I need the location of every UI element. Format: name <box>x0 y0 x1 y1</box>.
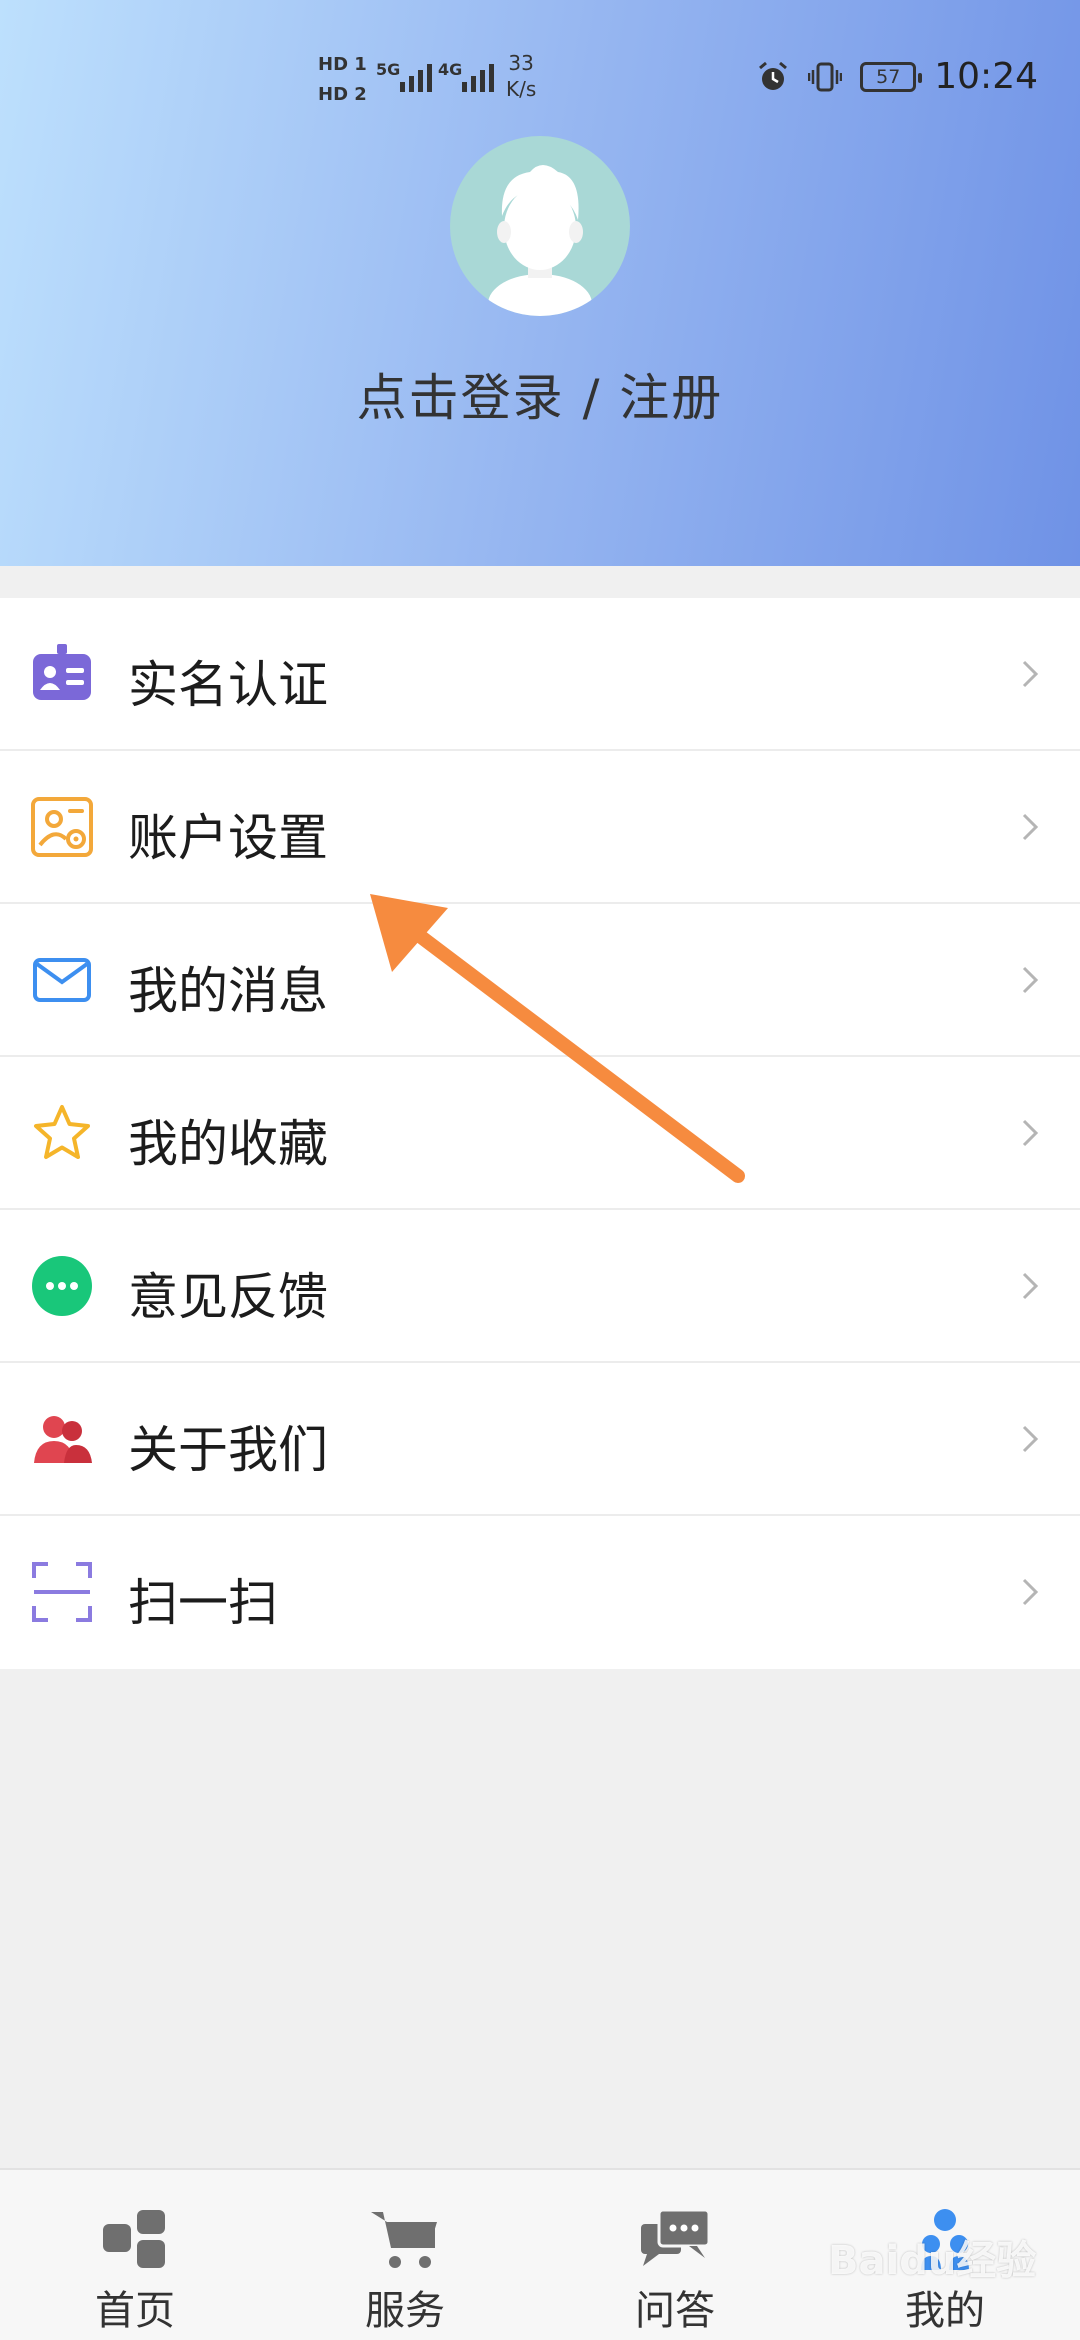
menu-item-label: 意见反馈 <box>128 1268 328 1326</box>
avatar[interactable] <box>450 136 630 316</box>
hd1-label: HD 1 <box>318 54 367 75</box>
menu-item-feedback[interactable]: 意见反馈 <box>0 1210 1080 1363</box>
tab-home[interactable]: 首页 <box>0 2170 270 2340</box>
menu-item-about-us[interactable]: 关于我们 <box>0 1363 1080 1516</box>
default-avatar-icon <box>488 165 592 316</box>
chevron-right-icon <box>1022 1578 1039 1606</box>
id-card-icon <box>33 644 91 700</box>
scan-icon <box>32 1562 92 1622</box>
battery-indicator: 57 <box>860 61 923 92</box>
network-type-1: 5G <box>376 60 401 79</box>
chevron-right-icon <box>1022 966 1039 994</box>
cart-icon <box>371 2212 437 2268</box>
menu-item-scan[interactable]: 扫一扫 <box>0 1516 1080 1669</box>
tab-label: 首页 <box>95 2288 175 2334</box>
menu-item-label: 扫一扫 <box>128 1574 278 1632</box>
profile-header: HD 1 HD 2 5G 4G 33 K/s 57 10:24 点击登录 / 注… <box>0 0 1080 566</box>
menu-item-label: 我的消息 <box>128 962 328 1020</box>
vibrate-icon <box>808 62 843 91</box>
menu-item-label: 实名认证 <box>128 656 328 714</box>
network-speed: 33 K/s <box>506 50 536 102</box>
annotation-arrow-icon <box>370 894 745 1183</box>
speed-value: 33 <box>508 51 534 75</box>
tab-label: 我的 <box>905 2288 985 2334</box>
mail-icon <box>33 958 91 1002</box>
chevron-right-icon <box>1022 660 1039 688</box>
menu-item-real-name-verification[interactable]: 实名认证 <box>0 598 1080 751</box>
chevron-right-icon <box>1022 1119 1039 1147</box>
speed-unit: K/s <box>506 77 537 101</box>
alarm-icon <box>759 61 788 90</box>
status-right: 57 10:24 <box>756 56 1038 97</box>
home-grid-icon <box>103 2210 165 2268</box>
tab-label: 问答 <box>635 2288 715 2334</box>
chevron-right-icon <box>1022 1272 1039 1300</box>
hd2-label: HD 2 <box>318 84 367 105</box>
menu-item-label: 我的收藏 <box>128 1115 328 1173</box>
menu-item-label: 账户设置 <box>128 809 328 867</box>
tab-qa[interactable]: 问答 <box>540 2170 810 2340</box>
clock: 10:24 <box>934 56 1038 97</box>
chevron-right-icon <box>1022 1425 1039 1453</box>
chat-bubble-icon <box>32 1256 92 1316</box>
users-icon <box>34 1416 92 1463</box>
star-icon <box>34 1105 90 1159</box>
tab-service[interactable]: 服务 <box>270 2170 540 2340</box>
status-bar: HD 1 HD 2 5G 4G 33 K/s 57 10:24 <box>0 0 1080 150</box>
menu-item-label: 关于我们 <box>128 1421 328 1479</box>
tab-label: 服务 <box>365 2288 445 2334</box>
signal-bars-2-icon <box>462 58 494 92</box>
hd-indicator: HD 1 HD 2 <box>318 50 367 110</box>
qa-chat-icon <box>641 2208 711 2266</box>
account-settings-icon <box>31 797 93 857</box>
chevron-right-icon <box>1022 813 1039 841</box>
watermark: Baidu经验 <box>828 2238 1037 2284</box>
network-type-2: 4G <box>438 60 463 79</box>
login-register-link[interactable]: 点击登录 / 注册 <box>0 358 1080 430</box>
signal-bars-1-icon <box>400 58 432 92</box>
